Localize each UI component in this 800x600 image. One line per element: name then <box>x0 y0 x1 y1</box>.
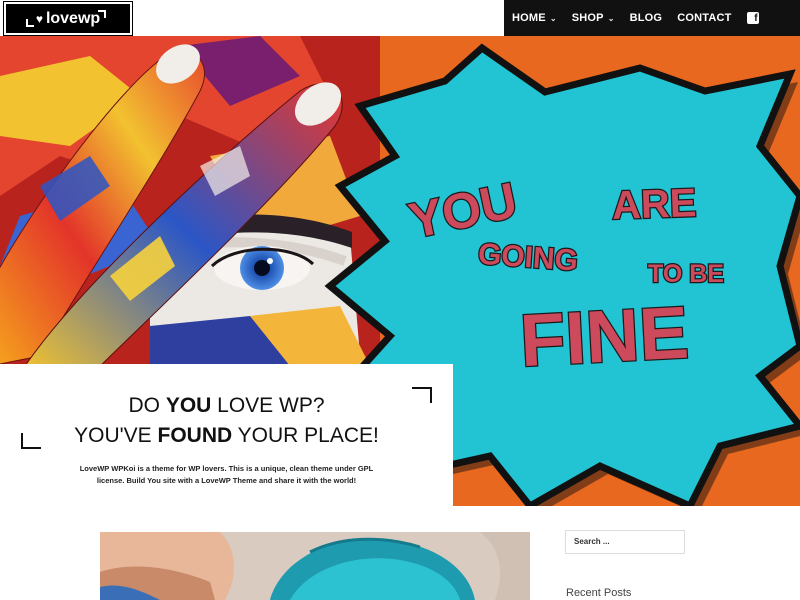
bubble-text-to-be: TO BE <box>648 260 724 288</box>
logo-corner-top-right <box>98 10 106 18</box>
intro-box: DO YOU LOVE WP? YOU'VE FOUND YOUR PLACE!… <box>0 364 453 506</box>
headline-line2-bold: FOUND <box>157 424 233 447</box>
nav-item-shop[interactable]: SHOP ⌄ <box>572 12 615 24</box>
nav-item-blog[interactable]: BLOG <box>630 12 663 24</box>
logo-corner-bottom-left <box>26 19 34 27</box>
nav-item-label: BLOG <box>629 12 663 24</box>
post-thumbnail[interactable] <box>100 532 530 600</box>
headline-line2-pre: YOU'VE <box>74 424 158 447</box>
nav-item-label: HOME <box>512 12 546 24</box>
headline-line2-post: YOUR PLACE! <box>232 424 379 447</box>
bracket-corner-top-right <box>412 387 432 403</box>
headline-line1-pre: DO <box>128 394 166 417</box>
bubble-text-fine: FINE <box>518 290 691 382</box>
nav-item-home[interactable]: HOME ⌄ <box>512 12 557 24</box>
chevron-down-icon: ⌄ <box>549 13 557 23</box>
bubble-text-are: ARE <box>611 181 697 228</box>
recent-posts-title: Recent Posts <box>566 587 632 599</box>
search-input[interactable]: Search ... <box>565 530 685 554</box>
intro-headline: DO YOU LOVE WP? YOU'VE FOUND YOUR PLACE! <box>0 391 453 451</box>
bubble-text-going: GOING <box>477 238 579 278</box>
nav-item-label: SHOP <box>571 12 604 24</box>
post-thumbnail-image <box>100 532 530 600</box>
logo-text: lovewp <box>45 9 101 27</box>
headline-line1-post: LOVE WP? <box>211 394 325 417</box>
headline-line1-bold: YOU <box>165 394 212 417</box>
intro-tagline: LoveWP WPKoi is a theme for WP lovers. T… <box>79 464 374 485</box>
main-navigation: HOME ⌄ SHOP ⌄ BLOG CONTACT f <box>504 0 800 36</box>
nav-item-contact[interactable]: CONTACT <box>677 12 731 24</box>
chevron-down-icon: ⌄ <box>607 13 615 23</box>
bracket-corner-bottom-left <box>21 433 41 449</box>
facebook-icon[interactable]: f <box>746 12 759 24</box>
site-logo[interactable]: ♥ lovewp <box>3 1 133 36</box>
heart-icon: ♥ <box>35 11 43 26</box>
nav-item-label: CONTACT <box>677 12 732 24</box>
